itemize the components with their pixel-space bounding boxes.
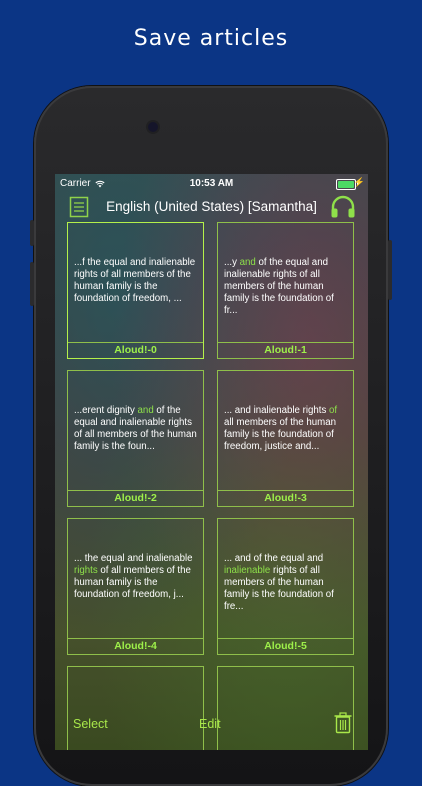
charging-icon: ⚡ <box>353 177 365 187</box>
article-preview: ...erent dignity and of the equal and in… <box>74 405 197 452</box>
article-preview: ... the equal and inalienable rights of … <box>74 553 193 600</box>
article-preview: ...y and of the equal and inalienable ri… <box>224 257 334 316</box>
headphones-icon[interactable] <box>330 195 356 219</box>
app-screen: Carrier 10:53 AM ⚡ English (United State… <box>55 174 368 750</box>
phone-side-button <box>30 262 34 306</box>
article-card[interactable]: ...f the equal and inalienable rights of… <box>67 222 204 359</box>
article-card[interactable]: ... the equal and inalienable rights of … <box>67 518 204 655</box>
phone-side-button <box>30 220 34 246</box>
camera-icon <box>148 122 158 132</box>
article-label: Aloud!-4 <box>68 638 203 654</box>
phone-side-button <box>388 240 392 300</box>
article-card[interactable]: ...y and of the equal and inalienable ri… <box>217 222 354 359</box>
article-grid: ...f the equal and inalienable rights of… <box>55 222 368 750</box>
bottom-toolbar: Select Edit <box>55 700 368 750</box>
article-label: Aloud!-2 <box>68 490 203 506</box>
article-preview: ... and of the equal and inalienable rig… <box>224 553 334 612</box>
status-time: 10:53 AM <box>189 178 234 189</box>
article-preview: ... and inalienable rights of all member… <box>224 405 338 452</box>
article-label: Aloud!-0 <box>68 342 203 358</box>
article-label: Aloud!-3 <box>218 490 353 506</box>
select-button[interactable]: Select <box>73 717 108 731</box>
status-bar: Carrier 10:53 AM ⚡ <box>55 174 368 192</box>
article-card[interactable]: ... and of the equal and inalienable rig… <box>217 518 354 655</box>
article-preview: ...f the equal and inalienable rights of… <box>74 257 196 304</box>
article-card[interactable]: ...erent dignity and of the equal and in… <box>67 370 204 507</box>
article-label: Aloud!-5 <box>218 638 353 654</box>
trash-icon[interactable] <box>334 712 352 734</box>
article-label: Aloud!-1 <box>218 342 353 358</box>
article-card[interactable]: ... and inalienable rights of all member… <box>217 370 354 507</box>
headline: Save articles <box>133 26 289 51</box>
edit-button[interactable]: Edit <box>199 717 221 731</box>
nav-bar: English (United States) [Samantha] <box>55 194 368 224</box>
voice-title[interactable]: English (United States) [Samantha] <box>55 199 368 214</box>
